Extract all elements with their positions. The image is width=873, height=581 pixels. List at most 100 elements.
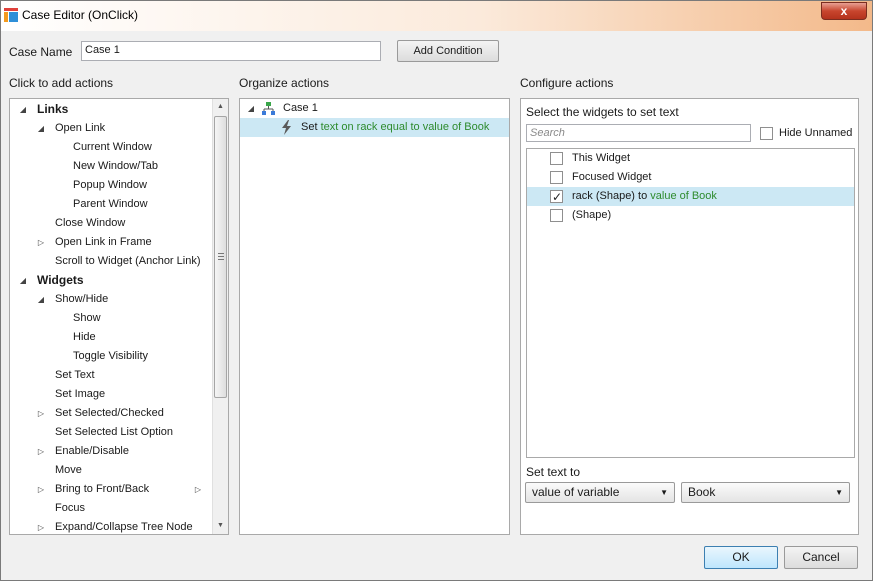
- tree-item-label: Toggle Visibility: [73, 350, 149, 362]
- widget-label: This Widget: [572, 152, 631, 164]
- action-verb: Set: [301, 121, 321, 133]
- close-button[interactable]: x: [821, 2, 867, 20]
- tree-item[interactable]: Set Image: [10, 385, 212, 404]
- tree-item-label: Current Window: [73, 141, 152, 153]
- window-title: Case Editor (OnClick): [22, 8, 139, 22]
- tree-item-label: Focus: [55, 502, 85, 514]
- case-editor-window: Case Editor (OnClick) x Case Name Case 1…: [0, 0, 873, 581]
- widget-checkbox[interactable]: [550, 209, 563, 222]
- hide-unnamed-checkbox[interactable]: [760, 127, 773, 140]
- tree-item-label: Enable/Disable: [55, 445, 129, 457]
- variable-select[interactable]: Book ▼: [681, 482, 850, 503]
- submenu-arrow-icon[interactable]: ▷: [193, 480, 203, 499]
- scroll-thumb[interactable]: [214, 116, 227, 398]
- tree-item-label: Links: [37, 102, 69, 116]
- widget-row[interactable]: (Shape): [527, 206, 854, 225]
- expand-arrow-icon[interactable]: ▷: [36, 518, 46, 534]
- ok-button[interactable]: OK: [704, 546, 778, 569]
- tree-item[interactable]: Set Selected List Option: [10, 423, 212, 442]
- tree-item[interactable]: Set Text: [10, 366, 212, 385]
- tree-item[interactable]: Toggle Visibility: [10, 347, 212, 366]
- scroll-down-icon[interactable]: ▼: [213, 518, 228, 534]
- tree-item[interactable]: Hide: [10, 328, 212, 347]
- expand-arrow-icon[interactable]: ▷: [36, 442, 46, 461]
- tree-item[interactable]: ◢ Show/Hide: [10, 290, 212, 309]
- value-type-select[interactable]: value of variable ▼: [525, 482, 675, 503]
- tree-item-label: Hide: [73, 331, 96, 343]
- tree-item-label: Set Selected List Option: [55, 426, 174, 438]
- actions-tree-panel: ◢ Links ◢ Open Link Current Window New Window…: [9, 98, 229, 535]
- widget-value-text: value of Book: [650, 190, 717, 202]
- tree-item[interactable]: Popup Window: [10, 176, 212, 195]
- case-node[interactable]: ◢ Case 1: [240, 99, 509, 118]
- tree-item[interactable]: Move: [10, 461, 212, 480]
- add-condition-button[interactable]: Add Condition: [397, 40, 499, 62]
- tree-item[interactable]: ▷ Enable/Disable: [10, 442, 212, 461]
- actions-scrollbar[interactable]: ▲ ▼: [212, 99, 228, 534]
- widget-checkbox[interactable]: [550, 188, 563, 207]
- value-type-selected: value of variable: [532, 485, 620, 499]
- collapse-arrow-icon[interactable]: ◢: [36, 119, 46, 138]
- variable-selected: Book: [688, 485, 716, 499]
- widget-checkbox[interactable]: [550, 171, 563, 184]
- tree-item[interactable]: Scroll to Widget (Anchor Link): [10, 252, 212, 271]
- expand-arrow-icon[interactable]: ▷: [36, 480, 46, 499]
- case-label: Case 1: [283, 102, 318, 114]
- tree-item-label: Open Link in Frame: [55, 236, 152, 248]
- search-input[interactable]: Search: [526, 124, 751, 142]
- action-description: text on rack equal to value of Book: [320, 121, 490, 133]
- tree-item[interactable]: ◢ Open Link: [10, 119, 212, 138]
- tree-item[interactable]: Current Window: [10, 138, 212, 157]
- expand-arrow-icon[interactable]: ▷: [36, 404, 46, 423]
- tree-item-label: Close Window: [55, 217, 126, 229]
- organize-actions-heading: Organize actions: [239, 76, 330, 90]
- widget-row[interactable]: Focused Widget: [527, 168, 854, 187]
- tree-item[interactable]: ◢ Links: [10, 100, 212, 119]
- configure-actions-panel: Select the widgets to set text Search Hi…: [520, 98, 859, 535]
- select-widgets-heading: Select the widgets to set text: [526, 105, 679, 119]
- tree-item[interactable]: Focus: [10, 499, 212, 518]
- tree-item-label: Scroll to Widget (Anchor Link): [55, 255, 201, 267]
- tree-item[interactable]: ▷ Expand/Collapse Tree Node: [10, 518, 212, 534]
- tree-item[interactable]: ◢ Widgets: [10, 271, 212, 290]
- tree-item[interactable]: Close Window: [10, 214, 212, 233]
- widget-checkbox[interactable]: [550, 152, 563, 165]
- hide-unnamed-label: Hide Unnamed: [779, 127, 853, 139]
- title-bar: Case Editor (OnClick) x: [1, 1, 872, 31]
- add-actions-heading: Click to add actions: [9, 76, 114, 90]
- close-icon: x: [840, 4, 848, 18]
- chevron-down-icon: ▼: [835, 488, 843, 497]
- widget-label: Focused Widget: [572, 171, 652, 183]
- collapse-arrow-icon[interactable]: ◢: [18, 271, 28, 290]
- tree-item[interactable]: New Window/Tab: [10, 157, 212, 176]
- action-node[interactable]: Set text on rack equal to value of Book: [240, 118, 509, 137]
- tree-item[interactable]: Parent Window: [10, 195, 212, 214]
- tree-item-label: Set Text: [55, 369, 95, 381]
- cancel-button[interactable]: Cancel: [784, 546, 858, 569]
- tree-item[interactable]: ▷ Bring to Front/Back ▷: [10, 480, 212, 499]
- app-icon: [4, 8, 18, 22]
- search-placeholder: Search: [530, 127, 565, 139]
- case-name-input[interactable]: Case 1: [81, 41, 381, 61]
- tree-item-label: Parent Window: [73, 198, 148, 210]
- widget-label: (Shape): [572, 209, 612, 221]
- tree-item[interactable]: ▷ Open Link in Frame: [10, 233, 212, 252]
- tree-item[interactable]: Show: [10, 309, 212, 328]
- widget-row[interactable]: rack (Shape) to value of Book: [527, 187, 854, 207]
- widget-row[interactable]: This Widget: [527, 149, 854, 168]
- configure-actions-heading: Configure actions: [520, 76, 614, 90]
- set-text-label: Set text to: [526, 465, 581, 479]
- collapse-arrow-icon[interactable]: ◢: [36, 290, 46, 309]
- collapse-arrow-icon[interactable]: ◢: [246, 99, 256, 118]
- scroll-up-icon[interactable]: ▲: [213, 99, 228, 115]
- tree-item-label: Move: [55, 464, 82, 476]
- tree-item-label: Set Image: [55, 388, 106, 400]
- collapse-arrow-icon[interactable]: ◢: [18, 100, 28, 119]
- lightning-icon: [282, 120, 291, 135]
- widget-label: rack (Shape) to value of Book: [572, 190, 717, 202]
- widget-list: This Widget Focused Widget rack (Shape) to…: [526, 148, 855, 458]
- tree-item-label: Show: [73, 312, 101, 324]
- tree-item-label: Show/Hide: [55, 293, 109, 305]
- tree-item[interactable]: ▷ Set Selected/Checked: [10, 404, 212, 423]
- expand-arrow-icon[interactable]: ▷: [36, 233, 46, 252]
